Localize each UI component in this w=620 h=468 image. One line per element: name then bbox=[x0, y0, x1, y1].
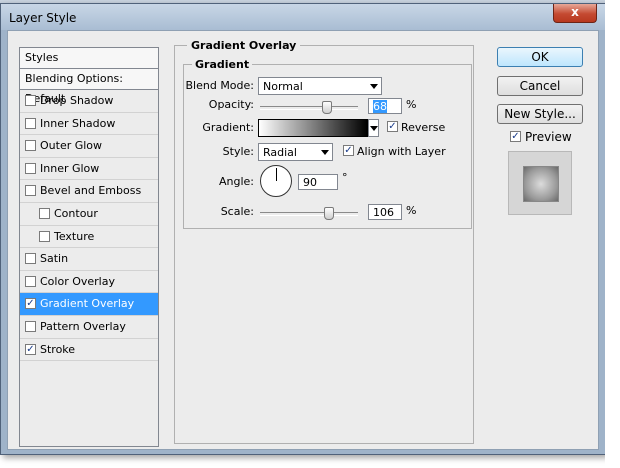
close-icon: x bbox=[571, 5, 579, 19]
layer-style-dialog: Layer Style x Styles Blending Options: D… bbox=[0, 3, 606, 455]
style-item[interactable]: Pattern Overlay bbox=[20, 316, 158, 339]
style-item-label: Satin bbox=[40, 252, 69, 266]
style-item[interactable]: Color Overlay bbox=[20, 271, 158, 294]
style-item-label: Inner Shadow bbox=[40, 116, 116, 130]
styles-header[interactable]: Styles bbox=[20, 48, 158, 69]
align-with-layer-checkbox[interactable] bbox=[343, 145, 354, 156]
style-label: Style: bbox=[222, 145, 254, 158]
style-item[interactable]: Satin bbox=[20, 248, 158, 271]
scale-input[interactable]: 106 bbox=[368, 204, 402, 220]
style-item-label: Contour bbox=[54, 206, 98, 220]
style-items: Drop Shadow Inner Shadow Outer Glow Inner G… bbox=[20, 90, 158, 362]
chevron-down-icon bbox=[370, 126, 378, 131]
style-value: Radial bbox=[263, 146, 297, 159]
title-bar: Layer Style x bbox=[1, 4, 605, 30]
style-item-checkbox[interactable] bbox=[25, 95, 36, 106]
angle-needle bbox=[276, 168, 277, 181]
scale-label: Scale: bbox=[220, 205, 254, 218]
style-item[interactable]: Inner Glow bbox=[20, 158, 158, 181]
dialog-client-area: Styles Blending Options: Default Drop Sh… bbox=[7, 30, 599, 450]
blending-options-item[interactable]: Blending Options: Default bbox=[20, 69, 158, 105]
style-item-checkbox[interactable] bbox=[25, 253, 36, 265]
style-item-checkbox[interactable] bbox=[25, 298, 36, 310]
align-with-layer-label: Align with Layer bbox=[357, 145, 446, 158]
style-item-label: Pattern Overlay bbox=[40, 319, 126, 333]
scale-unit: % bbox=[406, 204, 417, 217]
preview-label: Preview bbox=[525, 130, 572, 144]
gradient-group: Gradient Blend Mode: Normal Opacity: 68 … bbox=[183, 58, 472, 229]
style-item-checkbox[interactable] bbox=[25, 320, 36, 332]
scale-value: 106 bbox=[373, 206, 394, 219]
preview-swatch bbox=[523, 166, 559, 202]
style-item[interactable]: Contour bbox=[20, 203, 158, 226]
scale-slider-thumb[interactable] bbox=[324, 207, 335, 220]
style-item-checkbox[interactable] bbox=[25, 275, 36, 287]
style-item-checkbox[interactable] bbox=[25, 162, 36, 174]
background-scrollbar bbox=[605, 0, 620, 468]
gradient-group-title: Gradient bbox=[192, 58, 253, 71]
style-item-label: Stroke bbox=[40, 342, 76, 356]
style-dropdown[interactable]: Radial bbox=[258, 143, 333, 161]
preview-thumbnail bbox=[508, 151, 572, 215]
style-item[interactable]: Texture bbox=[20, 226, 158, 249]
new-style-button[interactable]: New Style... bbox=[497, 104, 583, 124]
opacity-value: 68 bbox=[373, 100, 387, 113]
blend-mode-value: Normal bbox=[263, 80, 303, 93]
close-button[interactable]: x bbox=[553, 4, 597, 23]
angle-dial[interactable] bbox=[260, 165, 292, 197]
style-item-label: Color Overlay bbox=[40, 274, 115, 288]
reverse-checkbox[interactable] bbox=[387, 121, 398, 132]
preview-checkbox[interactable] bbox=[510, 131, 521, 142]
blend-mode-label: Blend Mode: bbox=[185, 79, 255, 92]
style-item-checkbox[interactable] bbox=[25, 140, 36, 152]
chevron-down-icon bbox=[370, 84, 378, 89]
style-item-label: Gradient Overlay bbox=[40, 297, 135, 311]
chevron-down-icon bbox=[321, 150, 329, 155]
gradient-overlay-group: Gradient Overlay Gradient Blend Mode: No… bbox=[174, 39, 474, 444]
opacity-slider-thumb[interactable] bbox=[321, 101, 332, 114]
gradient-label: Gradient: bbox=[202, 121, 254, 134]
style-item-label: Inner Glow bbox=[40, 161, 100, 175]
gradient-picker-dropdown[interactable] bbox=[368, 119, 379, 137]
styles-list: Styles Blending Options: Default Drop Sh… bbox=[19, 47, 159, 447]
angle-input[interactable]: 90 bbox=[298, 174, 338, 190]
gradient-swatch[interactable] bbox=[258, 119, 368, 137]
style-item-label: Bevel and Emboss bbox=[40, 184, 142, 198]
style-item-label: Outer Glow bbox=[40, 139, 103, 153]
cancel-button[interactable]: Cancel bbox=[497, 76, 583, 96]
opacity-slider[interactable] bbox=[260, 106, 358, 110]
style-item-label: Texture bbox=[54, 229, 95, 243]
style-item[interactable]: Bevel and Emboss bbox=[20, 180, 158, 203]
gradient-overlay-title: Gradient Overlay bbox=[187, 39, 301, 52]
style-item-checkbox[interactable] bbox=[25, 185, 36, 197]
style-item-checkbox[interactable] bbox=[25, 117, 36, 129]
opacity-label: Opacity: bbox=[208, 98, 254, 111]
opacity-unit: % bbox=[406, 98, 417, 111]
scale-slider[interactable] bbox=[260, 212, 358, 216]
style-item-checkbox[interactable] bbox=[39, 230, 50, 242]
style-item-checkbox[interactable] bbox=[25, 343, 36, 355]
style-item[interactable]: Outer Glow bbox=[20, 135, 158, 158]
reverse-label: Reverse bbox=[401, 121, 446, 134]
style-item-checkbox[interactable] bbox=[39, 207, 50, 219]
style-item[interactable]: Drop Shadow bbox=[20, 90, 158, 113]
blend-mode-dropdown[interactable]: Normal bbox=[258, 77, 382, 95]
style-item[interactable]: Stroke bbox=[20, 339, 158, 362]
style-item[interactable]: Inner Shadow bbox=[20, 113, 158, 136]
style-item-label: Drop Shadow bbox=[40, 94, 114, 107]
opacity-input[interactable]: 68 bbox=[368, 98, 402, 114]
ok-button[interactable]: OK bbox=[497, 47, 583, 67]
angle-unit: ° bbox=[342, 171, 348, 184]
angle-label: Angle: bbox=[218, 175, 254, 188]
window-title: Layer Style bbox=[9, 11, 77, 25]
style-item[interactable]: Gradient Overlay bbox=[20, 293, 158, 316]
angle-value: 90 bbox=[303, 176, 317, 189]
